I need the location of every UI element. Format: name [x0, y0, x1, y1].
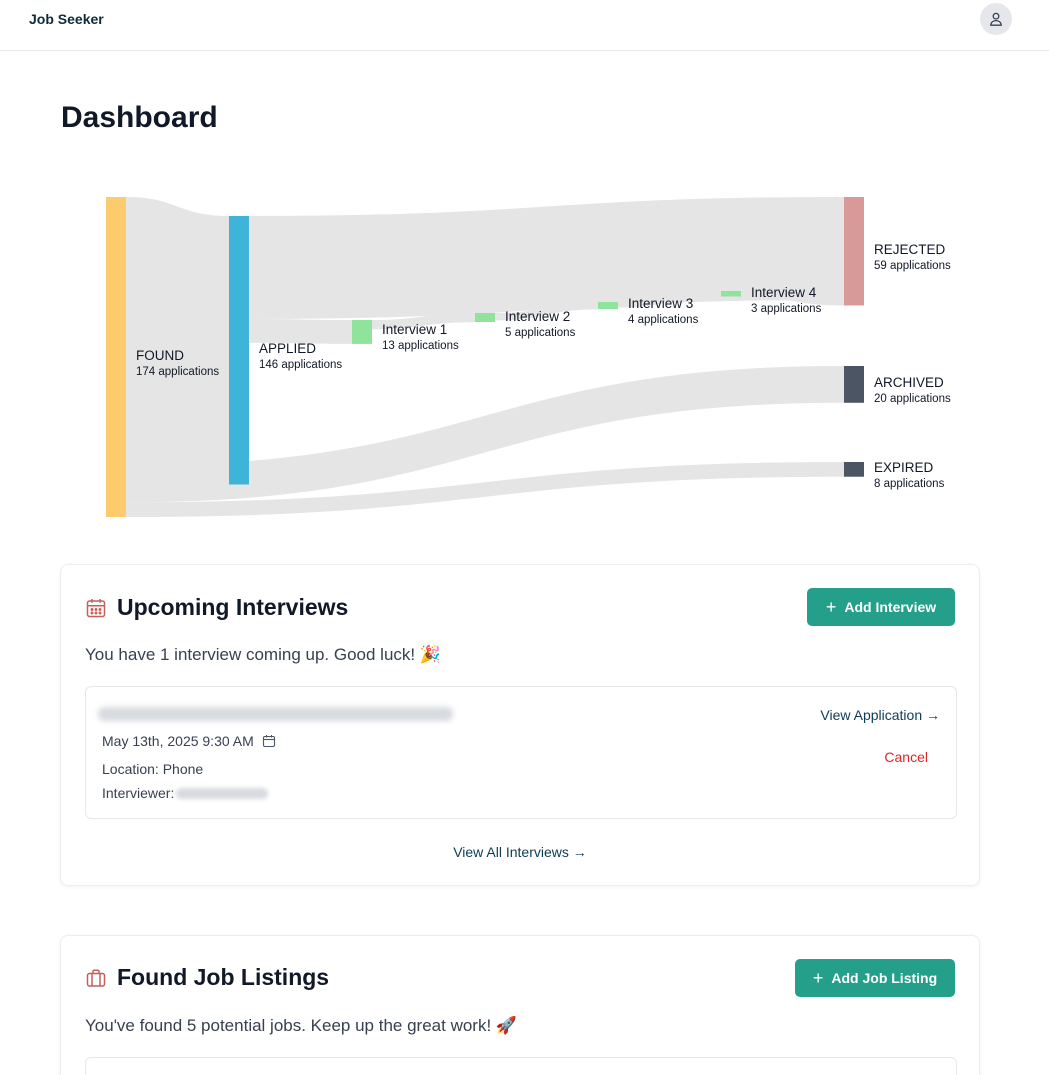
- sankey-label-expired: EXPIRED: [874, 460, 934, 475]
- sankey-node-int1: [352, 320, 372, 344]
- interview-location: Location: Phone: [102, 761, 204, 777]
- plus-icon: +: [825, 597, 837, 617]
- found-job-listings-card: Found Job Listings + Add Job Listing You…: [60, 935, 980, 1075]
- interviewer-name-redacted: [176, 787, 269, 799]
- listings-header: Found Job Listings: [85, 964, 329, 991]
- interview-date-text: May 13th, 2025 9:30 AM: [102, 733, 254, 749]
- sankey-link-found-applied: [126, 197, 229, 485]
- listings-summary: You've found 5 potential jobs. Keep up t…: [85, 1016, 518, 1035]
- sankey-label-archived: ARCHIVED: [874, 375, 944, 390]
- sankey-sublabel-int1: 13 applications: [382, 340, 459, 352]
- sankey-label-int3: Interview 3: [628, 296, 693, 311]
- sankey-label-int4: Interview 4: [751, 285, 817, 300]
- briefcase-icon: [86, 968, 106, 987]
- sankey-label-int1: Interview 1: [382, 322, 447, 337]
- interview-date: May 13th, 2025 9:30 AM: [102, 733, 276, 749]
- sankey-sublabel-applied: 146 applications: [259, 359, 342, 371]
- calendar-icon[interactable]: [262, 734, 276, 748]
- page-title: Dashboard: [61, 101, 218, 134]
- sankey-sublabel-rejected: 59 applications: [874, 260, 951, 272]
- cancel-interview-button[interactable]: Cancel: [884, 749, 928, 765]
- user-avatar[interactable]: [980, 3, 1012, 35]
- sankey-node-int4: [721, 291, 741, 297]
- calendar-icon: [86, 598, 106, 617]
- interview-title-redacted: [98, 707, 453, 721]
- sankey-label-applied: APPLIED: [259, 341, 316, 356]
- add-interview-label: Add Interview: [844, 599, 937, 615]
- sankey-node-found: [106, 197, 126, 517]
- sankey-node-rejected: [844, 197, 864, 306]
- sankey-node-int2: [475, 313, 495, 322]
- view-all-interviews-link[interactable]: View All Interviews →: [453, 844, 587, 860]
- user-icon: [990, 12, 1002, 26]
- interview-item: May 13th, 2025 9:30 AM Location: Phone I…: [85, 686, 957, 819]
- sankey-sublabel-int3: 4 applications: [628, 314, 699, 326]
- brand-logo[interactable]: Job Seeker: [29, 11, 104, 27]
- sankey-sublabel-expired: 8 applications: [874, 478, 945, 490]
- interviews-header: Upcoming Interviews: [85, 594, 348, 621]
- interviews-title: Upcoming Interviews: [117, 594, 349, 620]
- add-job-listing-label: Add Job Listing: [831, 970, 938, 986]
- interview-interviewer: Interviewer:: [102, 785, 269, 801]
- sankey-sublabel-archived: 20 applications: [874, 393, 951, 405]
- interviews-summary: You have 1 interview coming up. Good luc…: [85, 645, 442, 664]
- sankey-label-found: FOUND: [136, 348, 184, 363]
- plus-icon: +: [812, 968, 824, 988]
- add-interview-button[interactable]: + Add Interview: [807, 588, 955, 626]
- sankey-node-applied: [229, 216, 249, 485]
- sankey-sublabel-found: 174 applications: [136, 366, 219, 378]
- sankey-node-expired: [844, 462, 864, 477]
- sankey-label-int2: Interview 2: [505, 309, 570, 324]
- sankey-node-archived: [844, 366, 864, 403]
- upcoming-interviews-card: Upcoming Interviews + Add Interview You …: [60, 564, 980, 886]
- view-application-link[interactable]: View Application →: [820, 707, 940, 723]
- sankey-sublabel-int4: 3 applications: [751, 303, 822, 315]
- top-navbar: Job Seeker: [0, 0, 1049, 51]
- sankey-label-rejected: REJECTED: [874, 242, 946, 257]
- sankey-sublabel-int2: 5 applications: [505, 327, 576, 339]
- application-sankey-chart: FOUND 174 applications APPLIED 146 applicat…: [106, 197, 951, 517]
- job-listing-item[interactable]: [85, 1057, 957, 1075]
- interviewer-label: Interviewer:: [102, 785, 175, 801]
- sankey-link-applied-rejected: [249, 197, 844, 319]
- view-all-wrapper: View All Interviews →: [61, 844, 979, 862]
- sankey-node-int3: [598, 302, 618, 309]
- add-job-listing-button[interactable]: + Add Job Listing: [795, 959, 955, 997]
- listings-title: Found Job Listings: [117, 964, 330, 990]
